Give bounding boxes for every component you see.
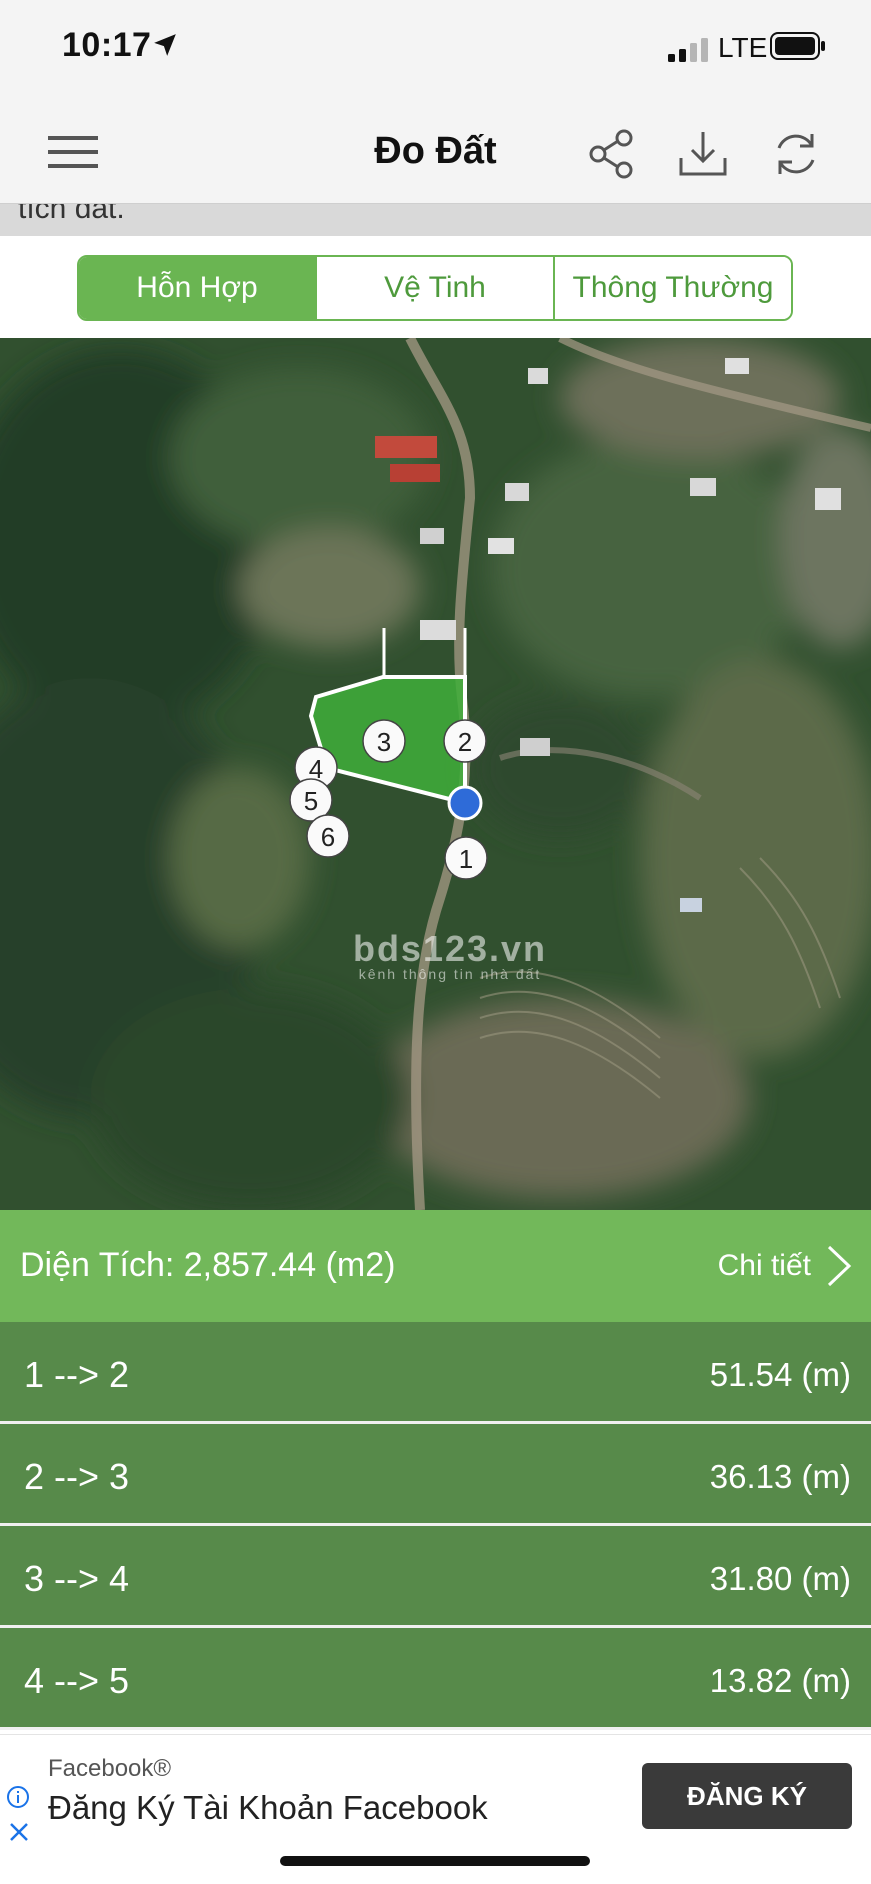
- svg-text:1: 1: [459, 844, 473, 874]
- status-bar: 10:17 LTE: [0, 0, 871, 100]
- download-icon[interactable]: [677, 128, 729, 180]
- battery-icon: [770, 32, 825, 60]
- building: [520, 738, 550, 756]
- building: [690, 478, 716, 496]
- area-value: Diện Tích: 2,857.44 (m2): [20, 1246, 396, 1284]
- map-canvas: 1 2 3 4 5 6: [0, 338, 871, 1210]
- tab-satellite[interactable]: Vệ Tinh: [317, 257, 555, 319]
- segment-length: 31.80 (m): [709, 1560, 851, 1597]
- ad-signup-button[interactable]: ĐĂNG KÝ: [642, 1763, 852, 1829]
- signal-strength-icon: [668, 38, 708, 62]
- segment-label: 2 --> 3: [24, 1456, 130, 1497]
- detail-label: Chi tiết: [717, 1249, 811, 1282]
- detail-button[interactable]: Chi tiết: [718, 1236, 853, 1296]
- point-marker-3[interactable]: 3: [362, 719, 406, 763]
- segment-length: 36.13 (m): [709, 1458, 851, 1495]
- building: [528, 368, 548, 384]
- segment-row: 3 --> 4 31.80 (m): [0, 1526, 871, 1628]
- segment-row: 4 --> 5 13.82 (m): [0, 1628, 871, 1730]
- building: [420, 620, 456, 640]
- segment-label: 1 --> 2: [24, 1354, 130, 1395]
- svg-text:5: 5: [304, 786, 318, 816]
- location-arrow-icon: [154, 34, 176, 56]
- segment-row: 1 --> 2 51.54 (m): [0, 1322, 871, 1424]
- svg-text:2: 2: [458, 727, 472, 757]
- building: [680, 898, 702, 912]
- building: [390, 464, 440, 482]
- share-icon[interactable]: [586, 128, 638, 180]
- building: [488, 538, 514, 554]
- chevron-right-icon: [827, 1245, 852, 1287]
- point-marker-1[interactable]: 1: [444, 836, 488, 880]
- svg-text:6: 6: [321, 822, 335, 852]
- building: [375, 436, 437, 458]
- building: [815, 488, 841, 510]
- map-type-segmented-control: Hỗn Hợp Vệ Tinh Thông Thường: [77, 255, 793, 321]
- svg-text:3: 3: [377, 727, 391, 757]
- area-summary-bar: Diện Tích: 2,857.44 (m2) Chi tiết: [0, 1210, 871, 1322]
- ad-banner[interactable]: Facebook® Đăng Ký Tài Khoản Facebook ĐĂN…: [0, 1734, 871, 1850]
- description-peek: tích đất.: [0, 204, 871, 236]
- refresh-icon[interactable]: [770, 128, 822, 180]
- segment-list: 1 --> 2 51.54 (m) 2 --> 3 36.13 (m) 3 --…: [0, 1322, 871, 1730]
- page-title: Đo Đất: [374, 130, 497, 172]
- building: [725, 358, 749, 374]
- tab-standard[interactable]: Thông Thường: [555, 257, 791, 319]
- segment-row: 2 --> 3 36.13 (m): [0, 1424, 871, 1526]
- status-time: 10:17: [62, 26, 152, 64]
- building: [420, 528, 444, 544]
- ad-close-icon[interactable]: [8, 1821, 30, 1843]
- home-indicator[interactable]: [280, 1856, 590, 1866]
- tab-hybrid[interactable]: Hỗn Hợp: [79, 257, 317, 319]
- nav-bar: Đo Đất: [0, 100, 871, 204]
- ad-title: Đăng Ký Tài Khoản Facebook: [48, 1789, 488, 1826]
- ad-info-icon[interactable]: [6, 1785, 30, 1809]
- segment-label: 4 --> 5: [24, 1660, 130, 1701]
- point-marker-6[interactable]: 6: [306, 814, 350, 858]
- network-type: LTE: [718, 32, 768, 63]
- point-marker-2[interactable]: 2: [443, 719, 487, 763]
- building: [505, 483, 529, 501]
- current-location-dot: [447, 785, 483, 821]
- map-type-bar: Hỗn Hợp Vệ Tinh Thông Thường: [0, 236, 871, 338]
- satellite-map[interactable]: 1 2 3 4 5 6 bds123.vn kênh thông tin nhà…: [0, 338, 871, 1210]
- description-text: tích đất.: [18, 204, 125, 225]
- segment-label: 3 --> 4: [24, 1558, 130, 1599]
- ad-brand: Facebook®: [48, 1755, 172, 1782]
- segment-length: 13.82 (m): [709, 1662, 851, 1699]
- segment-length: 51.54 (m): [709, 1356, 851, 1393]
